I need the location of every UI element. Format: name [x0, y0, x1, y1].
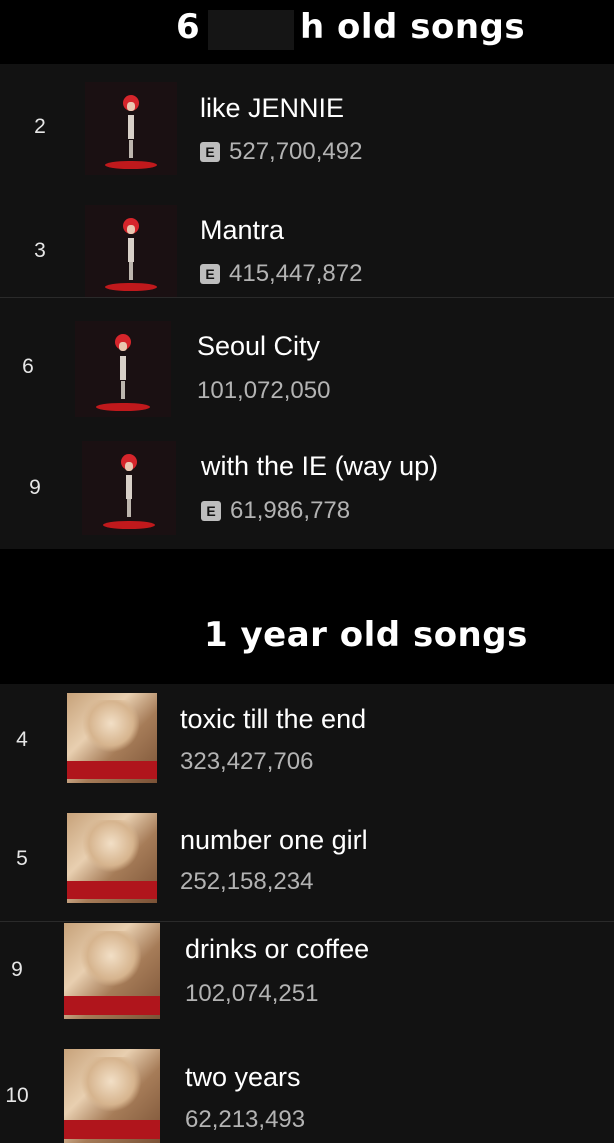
song-rank: 4	[16, 728, 28, 751]
redacted-word	[208, 10, 294, 50]
song-meta: E 415,447,872	[200, 260, 362, 288]
song-title: two years	[185, 1062, 301, 1092]
song-meta: 252,158,234	[180, 868, 313, 896]
album-cover-icon	[85, 205, 177, 297]
explicit-badge-icon: E	[200, 264, 220, 284]
song-title: drinks or coffee	[185, 934, 370, 964]
stream-count: 62,213,493	[185, 1106, 306, 1133]
song-rank: 5	[16, 847, 28, 870]
song-meta: E 61,986,778	[201, 497, 350, 525]
section-title-right: h old songs	[300, 7, 526, 47]
row-divider	[0, 921, 614, 922]
stream-count: 527,700,492	[229, 138, 363, 165]
song-meta: 101,072,050	[197, 377, 330, 405]
section-title-left: 6	[176, 7, 201, 47]
section-title: 1 year old songs	[204, 615, 528, 655]
row-divider	[0, 297, 614, 298]
song-title: with the IE (way up)	[201, 451, 439, 481]
song-rank: 6	[22, 355, 34, 378]
song-rank: 2	[34, 115, 46, 138]
stream-count: 323,427,706	[180, 748, 314, 775]
song-title: Seoul City	[197, 331, 321, 361]
album-cover-icon	[82, 441, 176, 535]
explicit-badge-icon: E	[201, 501, 221, 521]
song-title: Mantra	[200, 215, 285, 245]
song-meta: 323,427,706	[180, 748, 313, 776]
album-cover-icon	[67, 813, 157, 903]
song-rank: 9	[29, 476, 41, 499]
album-cover-icon	[75, 321, 171, 417]
song-title: number one girl	[180, 825, 368, 855]
album-cover-icon	[85, 82, 177, 175]
song-rank: 3	[34, 239, 46, 262]
stream-count: 101,072,050	[197, 377, 331, 404]
stream-count: 61,986,778	[230, 497, 351, 524]
song-title: like JENNIE	[200, 93, 345, 123]
song-rank: 9	[11, 958, 23, 981]
album-cover-icon	[67, 693, 157, 783]
stream-count: 415,447,872	[229, 260, 363, 287]
album-cover-icon	[64, 1049, 160, 1143]
section-header-1-year: 1 year old songs	[0, 549, 614, 684]
explicit-badge-icon: E	[200, 142, 220, 162]
stream-count: 252,158,234	[180, 868, 314, 895]
song-meta: E 527,700,492	[200, 138, 362, 166]
song-meta: 62,213,493	[185, 1106, 305, 1134]
song-rank: 10	[5, 1084, 29, 1107]
section-header-6-month: 6 h old songs	[0, 0, 614, 64]
song-title: toxic till the end	[180, 704, 367, 734]
song-meta: 102,074,251	[185, 980, 318, 1008]
album-cover-icon	[64, 923, 160, 1019]
stream-count: 102,074,251	[185, 980, 319, 1007]
